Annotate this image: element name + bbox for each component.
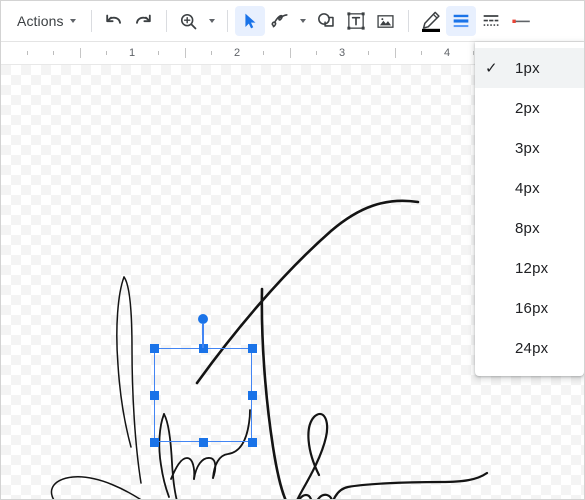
toolbar-divider [226,10,228,32]
redo-icon [136,14,151,24]
line-weight-option[interactable]: 2px [475,88,584,128]
zoom-in-icon [181,13,197,29]
line-weight-option[interactable]: ✓ 1px [475,48,584,88]
ruler-label: 2 [233,47,241,59]
toolbar-divider [90,10,92,32]
line-weight-menu[interactable]: ✓ 1px 2px 3px 4px 8px 12px 16px 24px [475,42,584,376]
ink-stroke-selected-hump-1 [170,457,196,480]
text-box-icon [347,12,365,30]
line-weight-option[interactable]: 16px [475,288,584,328]
chevron-down-icon [208,19,215,23]
actions-menu-label: Actions [17,13,64,29]
ink-stroke-right-loop [296,412,329,499]
pencil-border-color-icon [421,11,440,32]
ink-stroke-center-descender [260,287,287,499]
line-weight-option-label: 24px [515,339,549,357]
zoom-dropdown-button[interactable] [204,6,220,36]
ruler-label: 3 [338,47,346,59]
ruler-label: 4 [443,47,451,59]
line-weight-option[interactable]: 4px [475,168,584,208]
line-weight-icon [453,14,468,28]
ink-stroke-right-hump-2 [316,493,333,499]
redo-button[interactable] [129,6,159,36]
ink-stroke-left-ellipse [50,476,142,499]
toolbar-divider [165,10,167,32]
image-button[interactable] [371,6,401,36]
line-weight-option-label: 3px [515,139,540,157]
line-start-end-icon [512,19,530,23]
line-weight-option-label: 8px [515,219,540,237]
chevron-down-icon [299,19,306,23]
resize-handle-nw[interactable] [149,343,159,353]
line-tool-button[interactable] [265,6,295,36]
check-icon: ✓ [485,60,498,77]
rotation-handle[interactable] [198,314,208,324]
selection-box[interactable] [154,348,252,442]
ruler-tick [315,51,317,55]
line-weight-option[interactable]: 3px [475,128,584,168]
image-icon [377,14,394,28]
resize-handle-ne[interactable] [247,343,257,353]
line-weight-option-label: 2px [515,99,540,117]
line-weight-option[interactable]: 24px [475,328,584,368]
line-dash-button[interactable] [476,6,506,36]
actions-menu-button[interactable]: Actions [7,6,84,36]
line-weight-option-label: 4px [515,179,540,197]
resize-handle-w[interactable] [149,390,159,400]
shape-icon [317,13,334,27]
cursor-arrow-icon [245,13,256,29]
line-tool-dropdown-button[interactable] [295,6,311,36]
resize-handle-s[interactable] [198,437,208,447]
shape-tool-button[interactable] [311,6,341,36]
ruler-label: 1 [128,47,136,59]
ruler-tick [263,51,265,55]
toolbar: Actions [1,1,584,42]
zoom-button[interactable] [174,6,204,36]
chevron-down-icon [69,19,76,23]
undo-button[interactable] [99,6,129,36]
line-start-end-button[interactable] [506,6,536,36]
ruler-tick [289,48,291,58]
text-box-button[interactable] [341,6,371,36]
ruler-tick [368,51,370,55]
drawing-editor-window: Actions 1 2 3 4 ✓ 1px 2px 3px 4px 8px 12… [0,0,585,500]
toolbar-divider [407,10,409,32]
ink-stroke-left-loop-inner [123,276,142,484]
line-weight-option-label: 12px [515,259,549,277]
ruler-tick [79,48,81,58]
scribble-line-icon [271,14,288,28]
ruler-tick [210,51,212,55]
ink-stroke-right-hump-1 [298,493,313,499]
ruler-tick [53,51,55,55]
line-weight-option[interactable]: 8px [475,208,584,248]
ink-stroke-left-loop-outer [116,276,132,448]
ink-stroke-right-crossbar [332,471,489,499]
line-weight-option[interactable]: 12px [475,248,584,288]
ruler-tick [105,51,107,55]
resize-handle-e[interactable] [247,390,257,400]
ruler-tick [394,48,396,58]
ruler-tick [158,51,160,55]
resize-handle-se[interactable] [247,437,257,447]
ruler-tick [420,51,422,55]
line-weight-option-label: 16px [515,299,549,317]
border-color-button[interactable] [416,6,446,36]
ruler-tick [184,48,186,58]
undo-icon [106,14,122,24]
ruler-tick [27,51,28,55]
line-dash-icon [483,15,499,26]
line-weight-button[interactable] [445,6,476,36]
line-weight-option-label: 1px [515,59,540,77]
select-tool-button[interactable] [234,6,265,36]
resize-handle-sw[interactable] [149,437,159,447]
ink-stroke-selected-hump-2 [193,457,217,480]
rotation-stem [202,324,204,348]
